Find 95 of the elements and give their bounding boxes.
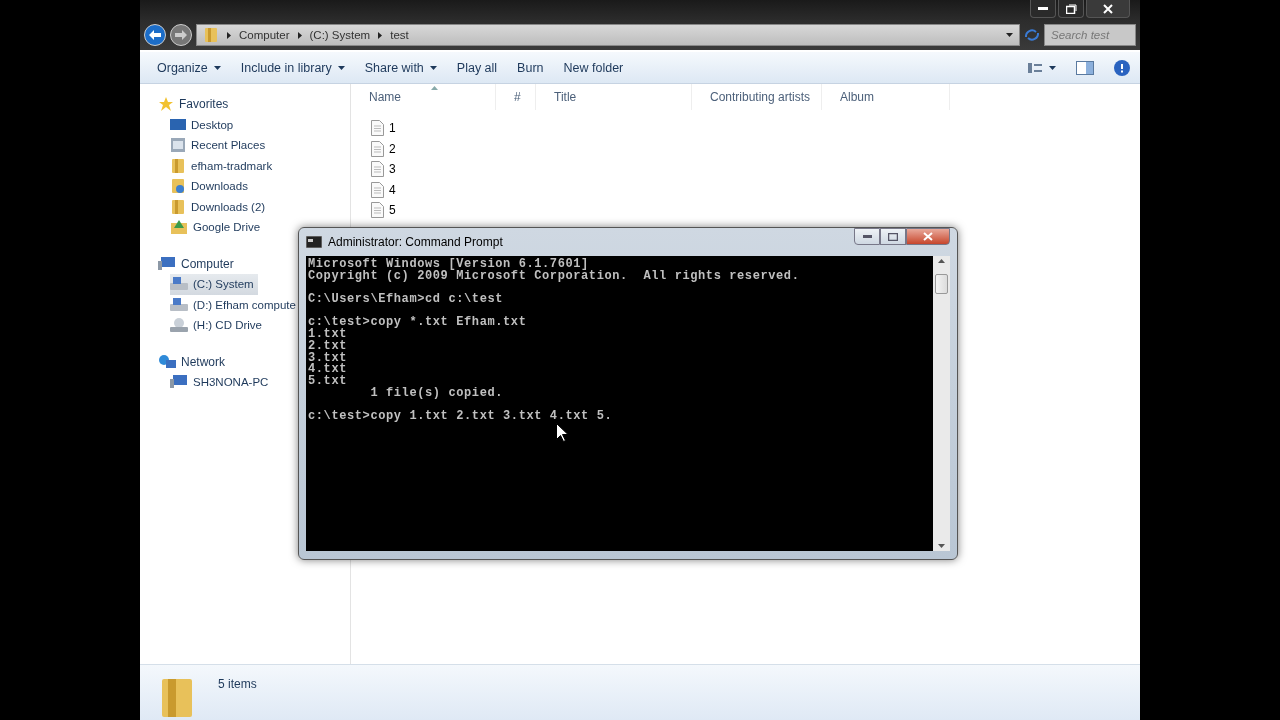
back-arrow-icon <box>149 30 161 40</box>
column-header[interactable]: Title <box>536 84 692 110</box>
document-icon <box>371 181 384 198</box>
minimize-icon <box>1038 7 1048 10</box>
maximize-button[interactable] <box>880 228 906 245</box>
sidebar-item[interactable]: (H:) CD Drive <box>170 315 266 336</box>
document-icon <box>371 161 384 178</box>
close-icon <box>1103 3 1113 14</box>
scrollbar[interactable] <box>933 256 950 551</box>
recent-places-icon <box>170 137 186 154</box>
network-icon <box>158 353 176 370</box>
column-header[interactable]: Contributing artists <box>692 84 822 110</box>
sidebar-item[interactable]: Recent Places <box>170 135 270 156</box>
console-line: 4.txt <box>308 364 348 376</box>
folder-icon <box>170 198 186 215</box>
mouse-cursor-icon <box>556 423 568 442</box>
close-button[interactable] <box>1086 0 1130 18</box>
sidebar-item[interactable]: Google Drive <box>170 217 265 238</box>
monitor-icon <box>170 117 186 132</box>
restore-button[interactable] <box>1058 0 1084 18</box>
close-icon <box>923 232 933 241</box>
toolbar-button[interactable]: Organize <box>150 56 228 79</box>
file-item[interactable]: 1 <box>351 118 1140 139</box>
console-line: c:\test>copy 1.txt 2.txt 3.txt 4.txt 5. <box>308 410 614 423</box>
sidebar-item[interactable]: Favorites <box>158 94 233 115</box>
computer-icon <box>158 256 176 271</box>
breadcrumb-item[interactable]: test <box>390 29 409 41</box>
dropdown-arrow-icon <box>1006 33 1013 37</box>
file-item[interactable]: 3 <box>351 159 1140 180</box>
console-line: 1.txt <box>308 329 347 341</box>
disk-drive-icon <box>170 297 188 312</box>
file-item[interactable]: 5 <box>351 200 1140 221</box>
console-line: 5.txt <box>308 375 348 388</box>
folder-icon <box>203 27 219 43</box>
computer-icon <box>170 375 188 390</box>
console-line: 1 file(s) copied. <box>369 387 505 400</box>
console-line: c:\test>copy *.txt Efham.txt <box>308 317 528 330</box>
console-line: 2.txt <box>308 340 348 353</box>
column-header[interactable]: # <box>496 84 536 110</box>
file-item[interactable]: 4 <box>351 179 1140 200</box>
address-bar[interactable]: Computer (C:) System test <box>196 24 1020 46</box>
toolbar-button[interactable]: Burn <box>510 56 551 79</box>
minimize-button[interactable] <box>854 228 880 245</box>
scroll-up-icon[interactable] <box>938 259 945 263</box>
chevron-icon <box>378 31 383 39</box>
console-line: Microsoft Windows [Version 6.1.7601] <box>308 259 589 271</box>
forward-arrow-icon <box>175 30 187 40</box>
breadcrumb-item[interactable]: Computer <box>239 29 290 41</box>
toolbar-button[interactable]: Share with <box>357 56 444 79</box>
sidebar-item[interactable]: Downloads <box>170 176 252 197</box>
folder-icon <box>160 677 194 717</box>
drive-folder-icon <box>170 219 188 236</box>
minimize-button[interactable] <box>1030 0 1056 18</box>
sidebar-item[interactable]: Network <box>158 351 229 372</box>
console-line: Copyright (c) 2009 Microsoft Corporation. All rights reserved. <box>308 270 801 283</box>
document-icon <box>371 120 384 137</box>
column-header[interactable]: Album <box>822 84 950 110</box>
document-icon <box>371 202 384 219</box>
chevron-icon <box>297 31 302 39</box>
refresh-icon[interactable] <box>1024 28 1040 42</box>
chevron-icon <box>227 31 231 39</box>
sidebar-item[interactable]: (C:) System <box>170 274 258 295</box>
breadcrumb-item[interactable]: (C:) System <box>309 29 371 41</box>
document-icon <box>371 140 384 157</box>
item-count: 5 items <box>218 677 257 691</box>
window-title: Administrator: Command Prompt <box>328 235 503 249</box>
preview-pane-icon[interactable] <box>1076 60 1094 75</box>
download-folder-icon <box>170 178 186 195</box>
console-line: C:\Users\Efham>cd c:\test <box>308 294 505 306</box>
scroll-down-icon[interactable] <box>938 544 945 548</box>
restore-icon <box>1065 3 1077 14</box>
star-icon <box>158 96 174 113</box>
maximize-icon <box>888 232 898 241</box>
cd-drive-icon <box>170 317 188 334</box>
toolbar-button[interactable]: Play all <box>449 56 505 79</box>
sidebar-item[interactable]: SH3NONA-PC <box>170 372 273 393</box>
disk-drive-icon <box>170 277 188 292</box>
search-field[interactable]: Search test <box>1044 24 1136 46</box>
sidebar-item[interactable]: Computer <box>158 253 238 274</box>
minimize-icon <box>862 235 872 238</box>
sidebar-item[interactable]: Downloads (2) <box>170 196 270 217</box>
file-item[interactable]: 2 <box>351 138 1140 159</box>
sidebar-item[interactable]: (D:) Efham compute <box>170 294 300 315</box>
close-button[interactable] <box>906 228 950 245</box>
sidebar-item[interactable]: Desktop <box>170 114 238 135</box>
console-icon <box>306 236 322 248</box>
sort-arrow-icon <box>431 86 438 90</box>
back-button[interactable] <box>144 24 166 46</box>
sidebar-item[interactable]: efham-tradmark <box>170 155 277 176</box>
view-options-icon[interactable] <box>1028 61 1056 74</box>
forward-button[interactable] <box>170 24 192 46</box>
folder-icon <box>170 157 186 174</box>
toolbar-button[interactable]: Include in library <box>233 56 352 79</box>
scroll-thumb[interactable] <box>935 274 948 294</box>
toolbar-button[interactable]: New folder <box>556 56 631 79</box>
